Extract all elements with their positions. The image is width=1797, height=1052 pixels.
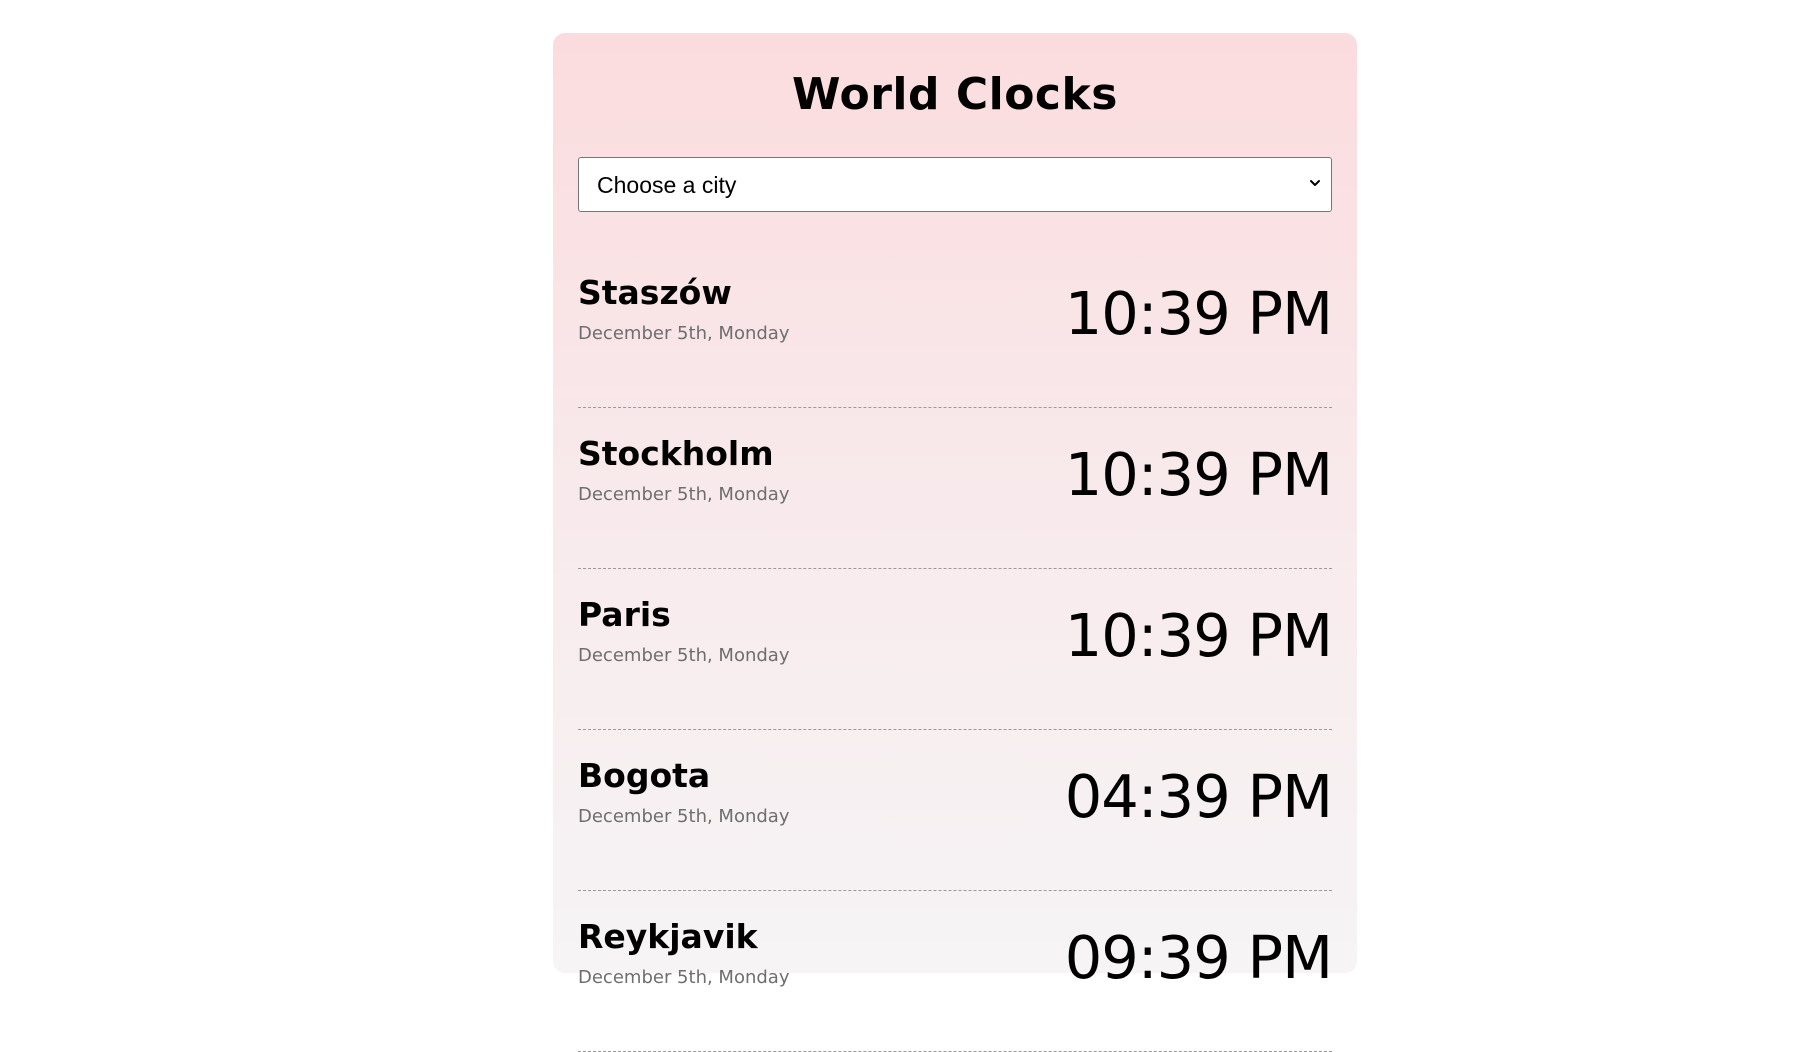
city-row: Stockholm December 5th, Monday 10:39 PM (578, 408, 1333, 569)
page-title: World Clocks (792, 69, 1118, 120)
world-clocks-card: World Clocks Choose a city Staszów Decem… (553, 33, 1357, 1052)
city-name: Staszów (578, 273, 732, 312)
city-name: Bogota (578, 756, 711, 795)
city-date: December 5th, Monday (578, 806, 790, 827)
city-date: December 5th, Monday (578, 645, 790, 666)
city-time: 10:39 PM (1064, 279, 1333, 348)
city-time: 10:39 PM (1064, 440, 1333, 509)
city-row: Bogota December 5th, Monday 04:39 PM (578, 730, 1333, 891)
city-time: 09:39 PM (1064, 923, 1333, 992)
city-date: December 5th, Monday (578, 484, 790, 505)
city-select-value: Choose a city (597, 172, 737, 198)
city-row: Staszów December 5th, Monday 10:39 PM (578, 247, 1333, 408)
city-name: Reykjavik (578, 917, 758, 956)
city-time: 04:39 PM (1064, 762, 1333, 831)
city-row: Paris December 5th, Monday 10:39 PM (578, 569, 1333, 730)
city-name: Stockholm (578, 434, 774, 473)
city-list: Staszów December 5th, Monday 10:39 PM St… (578, 247, 1333, 1052)
city-date: December 5th, Monday (578, 967, 790, 988)
city-time: 10:39 PM (1064, 601, 1333, 670)
city-date: December 5th, Monday (578, 323, 790, 344)
chevron-down-icon (1310, 180, 1320, 186)
city-name: Paris (578, 595, 671, 634)
city-select[interactable]: Choose a city (578, 157, 1332, 212)
city-row: Reykjavik December 5th, Monday 09:39 PM (578, 891, 1333, 1052)
